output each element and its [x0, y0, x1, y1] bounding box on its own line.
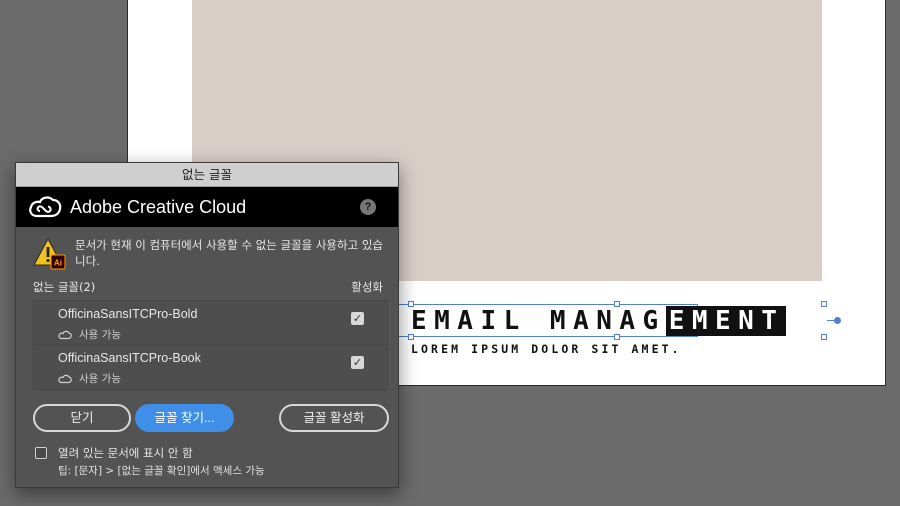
warning-badge-text: Ai — [54, 259, 62, 268]
dont-show-checkbox[interactable] — [35, 447, 47, 459]
tip-text: 팁: [문자] > [없는 글꼴 확인]에서 액세스 가능 — [58, 465, 265, 477]
font-availability: 사용 가능 — [58, 327, 121, 342]
warning-message: 문서가 현재 이 컴퓨터에서 사용할 수 없는 글꼴을 사용하고 있습니다. — [75, 238, 383, 268]
available-icon — [58, 374, 72, 383]
missing-fonts-count-label: 없는 글꼴(2) — [33, 280, 96, 294]
close-button[interactable]: 닫기 — [33, 404, 131, 432]
font-list-header: 없는 글꼴(2) 활성화 — [33, 279, 383, 295]
activate-checkbox[interactable]: ✓ — [351, 312, 364, 325]
missing-font-list: OfficinaSansITCPro-Bold 사용 가능 ✓ Officina… — [33, 300, 388, 390]
find-fonts-button[interactable]: 글꼴 찾기... — [135, 404, 234, 432]
creative-cloud-header: Adobe Creative Cloud ? — [16, 187, 398, 227]
activate-fonts-button[interactable]: 글꼴 활성화 — [279, 404, 389, 432]
selection-handle[interactable] — [821, 334, 827, 340]
missing-fonts-dialog: 없는 글꼴 Adobe Creative Cloud ? Ai 문서가 현재 이… — [15, 162, 399, 488]
creative-cloud-title: Adobe Creative Cloud — [70, 196, 247, 217]
subline-text[interactable]: LOREM IPSUM DOLOR SIT AMET. — [411, 342, 682, 356]
font-name: OfficinaSansITCPro-Bold — [58, 307, 198, 321]
font-availability: 사용 가능 — [58, 371, 121, 386]
headline-unselected: EMAIL MANAG — [411, 305, 666, 336]
font-status: 사용 가능 — [79, 329, 121, 341]
headline-text[interactable]: EMAIL MANAG EMENT — [411, 305, 787, 336]
help-icon[interactable]: ? — [360, 199, 376, 215]
activate-checkbox[interactable]: ✓ — [351, 356, 364, 369]
selection-handle[interactable] — [821, 301, 827, 307]
activate-column-label: 활성화 — [351, 280, 383, 294]
dont-show-label: 열려 있는 문서에 표시 안 함 — [58, 446, 193, 460]
font-name: OfficinaSansITCPro-Book — [58, 351, 201, 365]
creative-cloud-logo-icon — [29, 196, 62, 218]
dialog-title[interactable]: 없는 글꼴 — [16, 163, 398, 187]
available-icon — [58, 330, 72, 339]
font-row[interactable]: OfficinaSansITCPro-Bold 사용 가능 ✓ — [34, 301, 387, 345]
font-status: 사용 가능 — [79, 373, 121, 385]
dont-show-option[interactable]: 열려 있는 문서에 표시 안 함 — [35, 445, 193, 461]
text-out-port[interactable] — [834, 317, 841, 324]
check-icon: ✓ — [352, 312, 363, 325]
warning-icon: Ai — [33, 237, 66, 270]
headline-selected: EMENT — [665, 305, 787, 336]
check-icon: ✓ — [352, 356, 363, 369]
font-row[interactable]: OfficinaSansITCPro-Book 사용 가능 ✓ — [34, 345, 387, 389]
